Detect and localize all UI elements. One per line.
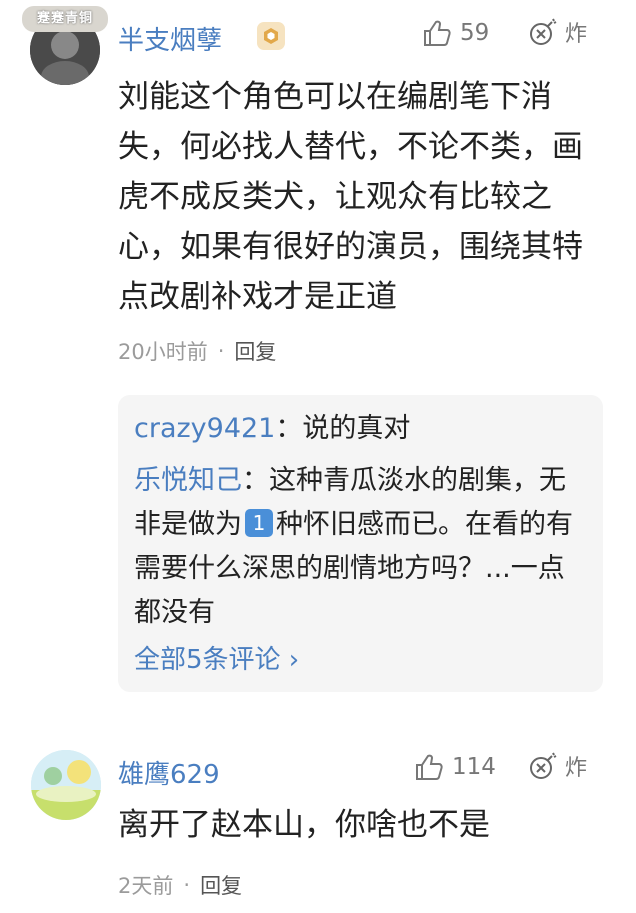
bomb-label: 炸 (565, 22, 588, 47)
reply-username[interactable]: 乐悦知己 (134, 465, 242, 496)
reply-item[interactable]: 乐悦知己：这种青瓜淡水的剧集，无非是做为 1 种怀旧感而已。在看的有需要什么深思的剧… (134, 459, 584, 635)
bomb-button[interactable]: 炸 (527, 750, 587, 782)
like-button[interactable]: 114 (414, 752, 496, 782)
separator-dot: · (183, 873, 191, 897)
view-all-replies-link[interactable]: 全部5条评论 › (134, 639, 299, 676)
comment-item: 蹇蹇青铜 半支烟孽 59 炸 刘能这个角色可以在编剧笔下消失，何必找人替代，不论… (0, 0, 636, 740)
avatar[interactable] (31, 750, 101, 820)
comment-text: 刘能这个角色可以在编剧笔下消失，何必找人替代，不论不类，画虎不成反类犬，让观众有… (118, 79, 583, 315)
thumbs-up-icon (424, 20, 451, 46)
like-count: 59 (460, 20, 490, 46)
timestamp: 20小时前 (118, 340, 208, 364)
bomb-button[interactable]: 炸 (527, 16, 587, 48)
reply-item[interactable]: crazy9421：说的真对 (134, 407, 584, 451)
timestamp: 2天前 (118, 874, 174, 898)
thumbs-up-icon (416, 754, 443, 780)
like-count: 114 (452, 754, 496, 780)
reply-text: ：说的真对 (275, 413, 411, 444)
comment-meta: 20小时前 · 回复 (118, 336, 276, 366)
bomb-icon (530, 752, 557, 779)
bomb-icon (530, 18, 557, 45)
reply-username[interactable]: crazy9421 (134, 413, 275, 444)
replies-box: crazy9421：说的真对 乐悦知己：这种青瓜淡水的剧集，无非是做为 1 种怀旧感… (118, 395, 603, 692)
comment-meta: 2天前 · 回复 (118, 870, 242, 900)
level-badge-icon (257, 22, 285, 50)
username[interactable]: 半支烟孽 (118, 20, 222, 57)
separator-dot: · (217, 339, 225, 363)
reply-button[interactable]: 回复 (200, 870, 242, 900)
reply-button[interactable]: 回复 (234, 336, 276, 366)
username[interactable]: 雄鹰629 (118, 754, 220, 791)
keycap-one-icon: 1 (245, 509, 273, 537)
bomb-label: 炸 (565, 756, 588, 781)
comment-item: 雄鹰629 114 炸 离开了赵本山，你啥也不是 2天前 · 回复 (0, 740, 636, 913)
comment-text: 离开了赵本山，你啥也不是 (118, 807, 490, 843)
avatar-badge: 蹇蹇青铜 (22, 6, 108, 32)
like-button[interactable]: 59 (422, 18, 489, 48)
